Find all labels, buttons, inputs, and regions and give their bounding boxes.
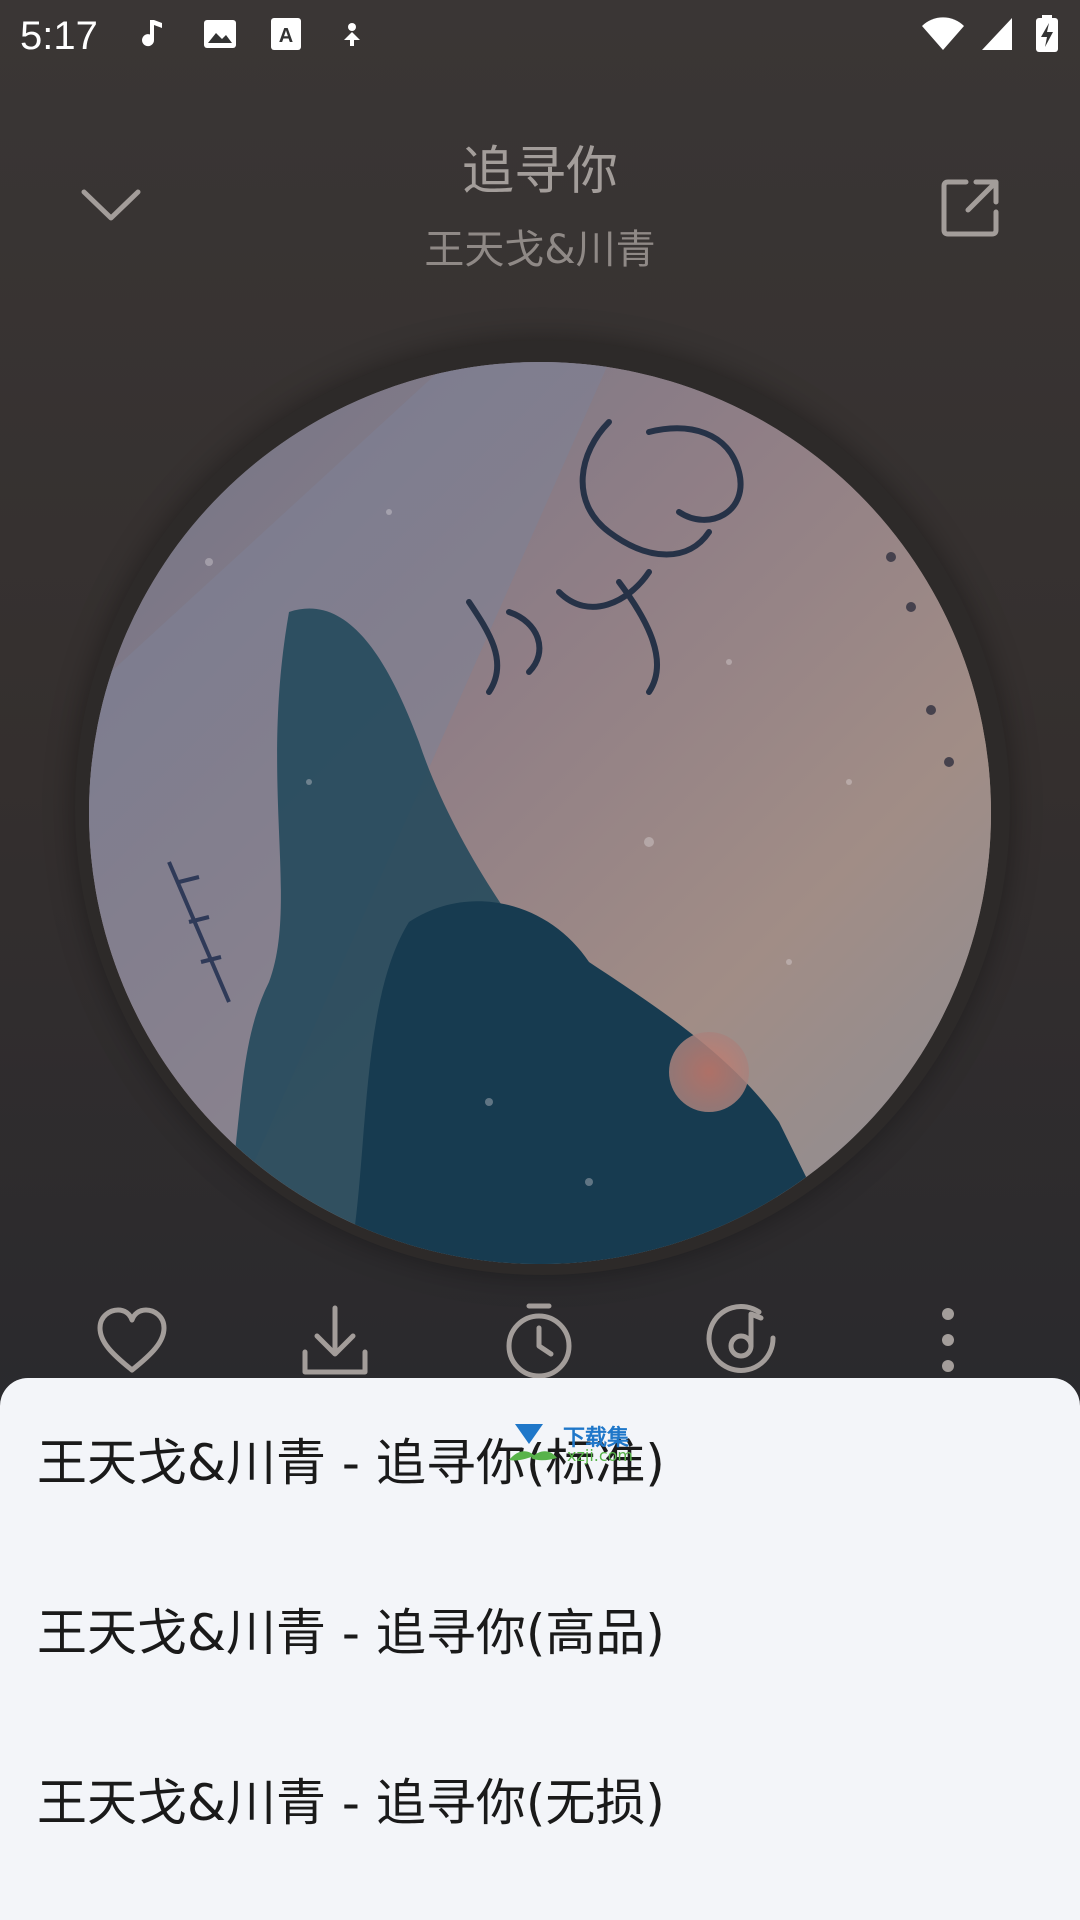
quality-option-standard[interactable]: 王天戈&川青 - 追寻你(标准): [0, 1378, 1080, 1548]
image-icon: [204, 20, 236, 48]
quality-option-lossless[interactable]: 王天戈&川青 - 追寻你(无损): [0, 1718, 1080, 1888]
person-download-icon: [344, 23, 360, 46]
quality-bottom-sheet: 王天戈&川青 - 追寻你(标准) 王天戈&川青 - 追寻你(高品) 王天戈&川青…: [0, 1378, 1080, 1920]
font-download-icon: A: [271, 18, 301, 50]
signal-icon: [982, 18, 1012, 50]
album-art: [89, 362, 991, 1264]
quality-option-high[interactable]: 王天戈&川青 - 追寻你(高品): [0, 1548, 1080, 1718]
album-art-image: [89, 362, 991, 1264]
heart-icon[interactable]: [92, 1300, 172, 1380]
more-vert-icon[interactable]: [908, 1300, 988, 1380]
music-player-screen: 5:17 A 追寻你 王天戈&川青 王天戈&川青 - 追寻你(标准) 王天戈&川…: [0, 0, 1080, 1920]
share-external-icon[interactable]: [938, 176, 1002, 240]
song-title: 追寻你: [461, 142, 618, 202]
download-icon[interactable]: [295, 1300, 375, 1380]
battery-charging-icon: [1036, 15, 1058, 52]
artist-name: 王天戈&川青: [424, 227, 656, 273]
music-disc-icon[interactable]: [703, 1300, 783, 1380]
wifi-icon: [922, 17, 964, 50]
player-actions: [0, 1300, 1080, 1390]
timer-icon[interactable]: [499, 1300, 579, 1380]
status-bar: 5:17 A: [0, 0, 1080, 72]
music-note-icon: [142, 20, 162, 47]
status-time: 5:17: [20, 14, 98, 58]
svg-text:A: A: [279, 25, 293, 47]
